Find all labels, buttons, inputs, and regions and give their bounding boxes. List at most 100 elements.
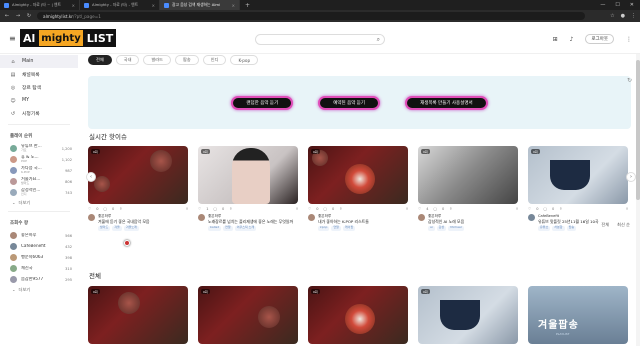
avatar[interactable] (528, 214, 535, 221)
heart-icon[interactable]: ♡ (198, 207, 201, 211)
card-tag[interactable]: 연말 (223, 225, 233, 231)
bell-icon[interactable]: ♪ (570, 36, 574, 43)
heart-icon[interactable]: ♡ (528, 207, 531, 211)
card-tag[interactable]: 발라드 (98, 225, 111, 231)
playlist-thumbnail[interactable]: 0회 (528, 146, 628, 204)
reload-icon[interactable]: ↻ (26, 13, 32, 19)
chip-all[interactable]: 전체 (88, 55, 112, 65)
reserved-music-button[interactable]: 예약된 음악 듣기 (318, 95, 381, 110)
playlist-card[interactable]: 0회 (418, 286, 518, 344)
playlist-thumbnail[interactable]: 0회 (198, 286, 298, 344)
card-tag[interactable]: 케이팝 (342, 225, 356, 231)
playlist-card[interactable]: 0회 ♡ 0 ▢ 0 ⇪ ⌑ 좋은하루 내가 좋아하는 K-POP 리스트들 kpop 연말 케이… (308, 146, 408, 231)
share-icon[interactable]: ⇪ (119, 207, 122, 211)
carousel-next-button[interactable]: › (626, 172, 636, 182)
playlist-card[interactable]: 0회 ♡ 0 ▢ 0 ⇪ ⌑ 좋은하루 겨울에 듣기 좋은 국내음악 모음 발라드 겨울 겨울노래 (88, 146, 188, 231)
search-input[interactable]: ⌕ (255, 34, 385, 45)
sidebar-item-main[interactable]: ⌂ Main (0, 55, 78, 68)
new-tab-icon[interactable]: + (240, 2, 255, 9)
menu-dots-icon[interactable]: ⋮ (631, 13, 636, 19)
card-tag[interactable]: 유튜브 (538, 225, 551, 231)
playlist-thumbnail[interactable]: 0회 (308, 146, 408, 204)
search-icon[interactable]: ⌕ (377, 36, 380, 44)
playlist-guide-button[interactable]: 재생목록 만들기 사용설명서 (405, 95, 488, 110)
card-tag[interactable]: 차분함 (552, 225, 565, 231)
share-icon[interactable]: ⇪ (229, 207, 232, 211)
heart-icon[interactable]: ♡ (88, 207, 91, 211)
share-icon[interactable]: ⇪ (449, 207, 452, 211)
comment-icon[interactable]: ▢ (324, 207, 327, 211)
ranking-item[interactable]: 유튜브 한... 가요 1,200 (0, 143, 78, 154)
close-icon[interactable]: × (152, 3, 155, 8)
window-close-icon[interactable]: ✕ (630, 2, 634, 8)
refresh-icon[interactable]: ↻ (627, 77, 632, 84)
ranking-item[interactable]: 가다음 국... K-POP 987 (0, 165, 78, 176)
channels-more-button[interactable]: ⌄ 더보기 (0, 285, 78, 294)
minimize-icon[interactable]: — (600, 2, 605, 8)
playlist-card[interactable]: 0회 ♡ 0 ▢ 0 ⇪ ⌑ CafeBenefit 유튜브 맛플릿 25년11월 16일 … (528, 146, 628, 231)
avatar[interactable] (198, 214, 205, 221)
avatar[interactable] (88, 214, 95, 221)
browser-tab[interactable]: Almighty - 자료 (타 ~ | 엔트 × (0, 0, 80, 10)
bookmark-icon[interactable]: ⌑ (296, 207, 298, 211)
random-music-button[interactable]: 랜덤한 음악 듣기 (231, 95, 294, 110)
ranking-item[interactable]: 감성적인... 인디 743 (0, 187, 78, 198)
heart-icon[interactable]: ♡ (308, 207, 311, 211)
avatar[interactable] (308, 214, 315, 221)
card-tag[interactable]: 팝송 (566, 225, 577, 231)
profile-icon[interactable]: ● (621, 13, 625, 19)
more-vertical-icon[interactable]: ⋮ (626, 36, 632, 43)
chip-domestic[interactable]: 국내 (115, 55, 140, 65)
playlist-card[interactable]: 0회 (308, 286, 408, 344)
card-title[interactable]: 노래장르를 넘치는 플리재생에 좋은 노래는 무엇일까 (208, 219, 293, 224)
bookmark-icon[interactable]: ⌑ (626, 207, 628, 211)
chip-ballad[interactable]: 발라드 (143, 55, 171, 65)
sidebar-item-channels[interactable]: ▤ 채널목록 (0, 68, 78, 81)
chip-indie[interactable]: 인디 (202, 55, 227, 65)
card-tag[interactable]: ai (428, 225, 435, 231)
sort-dropdown[interactable]: 최신 순 (617, 222, 630, 228)
share-icon[interactable]: ⇪ (339, 207, 342, 211)
filter-dropdown[interactable]: 전체 (601, 222, 609, 228)
sidebar-item-my[interactable]: ☺ MY (0, 94, 78, 107)
channel-item[interactable]: 체신국 310 (0, 263, 78, 274)
playlist-card[interactable]: 겨울팝송 PLAYLIST (528, 286, 628, 344)
heart-icon[interactable]: ♡ (418, 207, 421, 211)
playlist-thumbnail[interactable]: 0회 (308, 286, 408, 344)
bookmark-star-icon[interactable]: ☆ (610, 13, 614, 19)
card-title[interactable]: 유튜브 맛플릿 25년11월 16일 10곡 (538, 219, 599, 224)
card-tag[interactable]: ballad (208, 225, 222, 231)
playlist-card[interactable]: 0회 (88, 286, 188, 344)
ranking-more-button[interactable]: ⌄ 더보기 (0, 198, 78, 207)
close-icon[interactable]: × (72, 3, 75, 8)
forward-icon[interactable]: → (15, 13, 21, 19)
hamburger-menu-icon[interactable]: ≡ (9, 34, 16, 43)
playlist-thumbnail[interactable]: 0회 (198, 146, 298, 204)
playlist-card[interactable]: 0회 ♡ 4 ▢ 0 ⇪ ⌑ 좋은하루 감성적인 AI 노래 모음 ai 감성 Michael (418, 146, 518, 231)
scrollbar-thumb[interactable] (636, 60, 640, 200)
ranking-item[interactable]: 휴 & 노... POP 1,102 (0, 154, 78, 165)
channel-item[interactable]: 좋은하루 566 (0, 230, 78, 241)
card-tag[interactable]: 겨울노래 (123, 225, 139, 231)
bookmark-icon[interactable]: ⌑ (186, 207, 188, 211)
bookmark-icon[interactable]: ⌑ (406, 207, 408, 211)
chip-kpop[interactable]: K-pop (230, 55, 259, 65)
avatar[interactable] (418, 214, 425, 221)
channel-item[interactable]: 음감한9577 295 (0, 274, 78, 285)
card-tag[interactable]: 어쿠스틱 노래 (234, 225, 257, 231)
bookmark-icon[interactable]: ⌑ (516, 207, 518, 211)
channel-item[interactable]: CafeBenefit 432 (0, 241, 78, 252)
playlist-thumbnail[interactable]: 겨울팝송 PLAYLIST (528, 286, 628, 344)
share-icon[interactable]: ⇪ (559, 207, 562, 211)
upload-icon[interactable]: ⊞ (553, 36, 558, 43)
maximize-icon[interactable]: ☐ (615, 2, 619, 8)
card-tag[interactable]: 감성 (436, 225, 447, 231)
browser-tab[interactable]: Almighty - 자료 (타) - 엔트 × (80, 0, 160, 10)
card-tag[interactable]: kpop (318, 225, 330, 231)
chip-popsong[interactable]: 팝송 (175, 55, 199, 65)
card-title[interactable]: 겨울에 듣기 좋은 국내음악 모음 (98, 219, 149, 224)
comment-icon[interactable]: ▢ (214, 207, 217, 211)
card-tag[interactable]: 연말 (331, 225, 341, 231)
playlist-thumbnail[interactable]: 0회 (418, 286, 518, 344)
card-title[interactable]: 내가 좋아하는 K-POP 리스트들 (318, 219, 369, 224)
